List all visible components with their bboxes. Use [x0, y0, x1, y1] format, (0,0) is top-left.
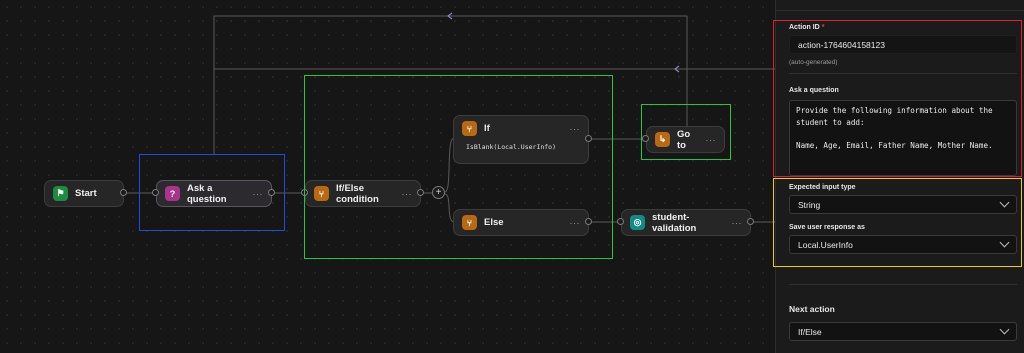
branch-icon: ⑂ [462, 215, 477, 230]
if-out-handle[interactable] [585, 135, 592, 142]
question-textarea[interactable]: Provide the following information about … [789, 100, 1017, 176]
branch-icon: ⑂ [314, 186, 329, 201]
next-action-select[interactable]: If/Else [789, 322, 1017, 341]
else-out-handle[interactable] [585, 218, 592, 225]
save-as-value: Local.UserInfo [798, 239, 853, 250]
ifelse-condition-node[interactable]: ⑂ If/Else condition ··· [305, 180, 421, 207]
validation-out-handle[interactable] [747, 218, 754, 225]
if-branch-label: If [484, 123, 490, 134]
goto-node[interactable]: ↳ Go to ··· [646, 126, 725, 153]
save-as-select[interactable]: Local.UserInfo [789, 235, 1017, 254]
flag-icon: ⚑ [53, 186, 68, 201]
save-as-label: Save user response as [789, 224, 865, 231]
else-branch-menu-icon[interactable]: ··· [570, 218, 581, 228]
validation-node-label: student-validation [652, 211, 697, 234]
input-type-select[interactable]: String [789, 195, 1017, 214]
validation-menu-icon[interactable]: ··· [732, 218, 743, 228]
flow-connectors [124, 12, 775, 223]
chevron-down-icon [999, 197, 1010, 208]
divider [789, 284, 1017, 285]
goto-menu-icon[interactable]: ··· [706, 135, 717, 145]
add-branch-button[interactable]: + [432, 186, 445, 199]
ask-in-handle[interactable] [152, 189, 159, 196]
ask-question-menu-icon[interactable]: ··· [253, 189, 264, 199]
if-branch-menu-icon[interactable]: ··· [570, 124, 581, 134]
start-node-label: Start [75, 188, 97, 199]
next-action-value: If/Else [798, 326, 822, 337]
action-id-hint: (auto-generated) [789, 59, 838, 66]
if-branch-node[interactable]: ⑂ If ··· IsBlank(Local.UserInfo) [453, 115, 589, 164]
branch-icon: ⑂ [462, 121, 477, 136]
action-id-field[interactable]: action-1764604158123 [789, 35, 1017, 54]
chevron-down-icon [999, 324, 1010, 335]
input-type-value: String [798, 199, 821, 210]
question-label: Ask a question [789, 87, 839, 94]
action-id-value: action-1764604158123 [798, 39, 885, 50]
goto-in-handle[interactable] [642, 135, 649, 142]
action-id-label-text: Action ID [789, 24, 820, 31]
properties-panel: Action ID * action-1764604158123 (auto-g… [773, 0, 1024, 353]
student-validation-node[interactable]: ◎ student-validation ··· [621, 209, 751, 236]
ifelse-menu-icon[interactable]: ··· [402, 189, 413, 199]
flow-canvas[interactable]: ⚑ Start ? Ask a question ··· ⑂ If/Else c… [0, 0, 775, 353]
action-id-label: Action ID * [789, 24, 824, 31]
validation-icon: ◎ [630, 215, 645, 230]
start-out-handle[interactable] [120, 189, 127, 196]
divider [789, 73, 1017, 74]
ask-out-handle[interactable] [268, 189, 275, 196]
start-node[interactable]: ⚑ Start [44, 180, 124, 207]
required-mark: * [821, 24, 825, 31]
input-type-label: Expected input type [789, 184, 856, 191]
next-action-label: Next action [789, 304, 835, 314]
else-branch-node[interactable]: ⑂ Else ··· [453, 209, 589, 236]
goto-node-label: Go to [677, 128, 691, 151]
if-branch-expression: IsBlank(Local.UserInfo) [466, 143, 557, 151]
validation-in-handle[interactable] [617, 218, 624, 225]
ifelse-out-handle[interactable] [417, 189, 424, 196]
ask-question-node[interactable]: ? Ask a question ··· [156, 180, 272, 207]
ifelse-in-handle[interactable] [301, 189, 308, 196]
chat-question-icon: ? [165, 186, 180, 201]
ask-question-node-label: Ask a question [187, 182, 227, 205]
else-branch-label: Else [484, 217, 504, 228]
panel-top-bar [776, 0, 1024, 11]
ifelse-node-label: If/Else condition [336, 182, 379, 205]
chevron-down-icon [999, 237, 1010, 248]
redirect-icon: ↳ [655, 132, 670, 147]
